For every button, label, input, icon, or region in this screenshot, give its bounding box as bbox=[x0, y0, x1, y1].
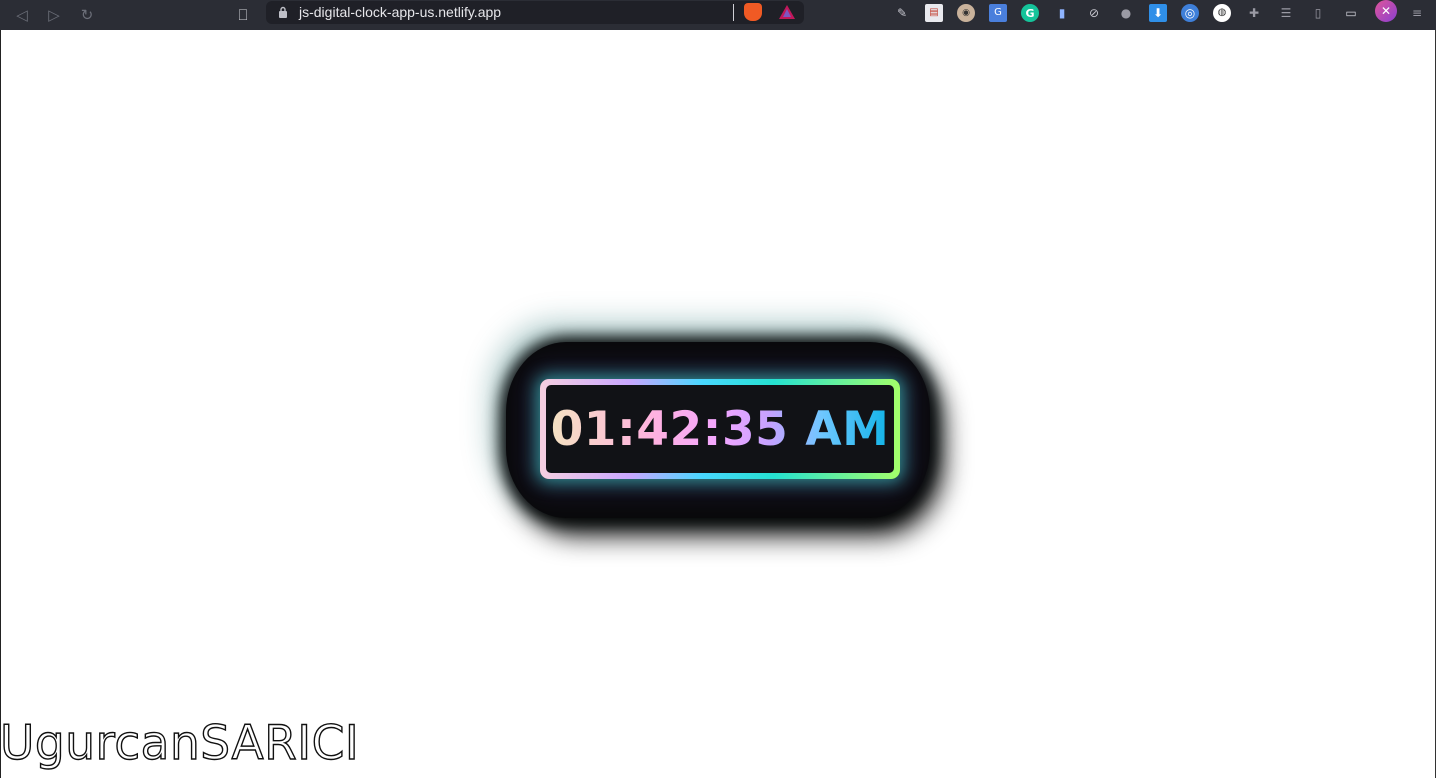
lock-icon bbox=[279, 6, 287, 18]
brave-shield-icon[interactable] bbox=[744, 3, 762, 21]
grammarly-icon[interactable]: G bbox=[1021, 4, 1039, 22]
playlist-icon[interactable]: ☰ bbox=[1277, 4, 1295, 22]
docs-icon[interactable]: ▮ bbox=[1053, 4, 1071, 22]
brave-rewards-icon[interactable] bbox=[778, 3, 796, 21]
bottle-icon[interactable]: ● bbox=[1117, 4, 1135, 22]
window-left-border bbox=[0, 30, 1, 778]
back-icon[interactable]: ◁ bbox=[10, 3, 34, 27]
digital-clock: 01:42:35 AM bbox=[540, 379, 900, 479]
url-text[interactable]: js-digital-clock-app-us.netlify.app bbox=[299, 3, 501, 21]
dots-extension-icon[interactable]: ◍ bbox=[1213, 4, 1231, 22]
translate-icon[interactable]: G bbox=[989, 4, 1007, 22]
address-bar[interactable]: js-digital-clock-app-us.netlify.app bbox=[266, 1, 804, 24]
profile-avatar-icon[interactable]: ✕ bbox=[1375, 0, 1397, 22]
pen-icon[interactable]: ✎ bbox=[893, 4, 911, 22]
notes-icon[interactable]: ▤ bbox=[925, 4, 943, 22]
sidebar-icon[interactable]: ▯ bbox=[1309, 4, 1327, 22]
circle-extension-icon[interactable]: ◎ bbox=[1181, 4, 1199, 22]
urlbar-divider bbox=[733, 4, 734, 21]
owl-icon[interactable]: ◉ bbox=[957, 4, 975, 22]
browser-toolbar: ◁ ▷ ↻ ⎕ js-digital-clock-app-us.netlify.… bbox=[0, 0, 1436, 31]
reload-icon[interactable]: ↻ bbox=[75, 3, 99, 27]
compass-icon[interactable]: ⊘ bbox=[1085, 4, 1103, 22]
clock-face: 01:42:35 AM bbox=[546, 385, 894, 473]
forward-icon[interactable]: ▷ bbox=[42, 3, 66, 27]
bookmark-icon[interactable]: ⎕ bbox=[231, 3, 255, 27]
puzzle-icon[interactable]: ✚ bbox=[1245, 4, 1263, 22]
clock-time: 01:42:35 AM bbox=[550, 401, 890, 457]
wallet-icon[interactable]: ▭ bbox=[1342, 4, 1360, 22]
watermark-text: UgurcanSARICI bbox=[0, 715, 360, 771]
download-icon[interactable]: ⬇ bbox=[1149, 4, 1167, 22]
menu-icon[interactable]: ≡ bbox=[1408, 4, 1426, 22]
